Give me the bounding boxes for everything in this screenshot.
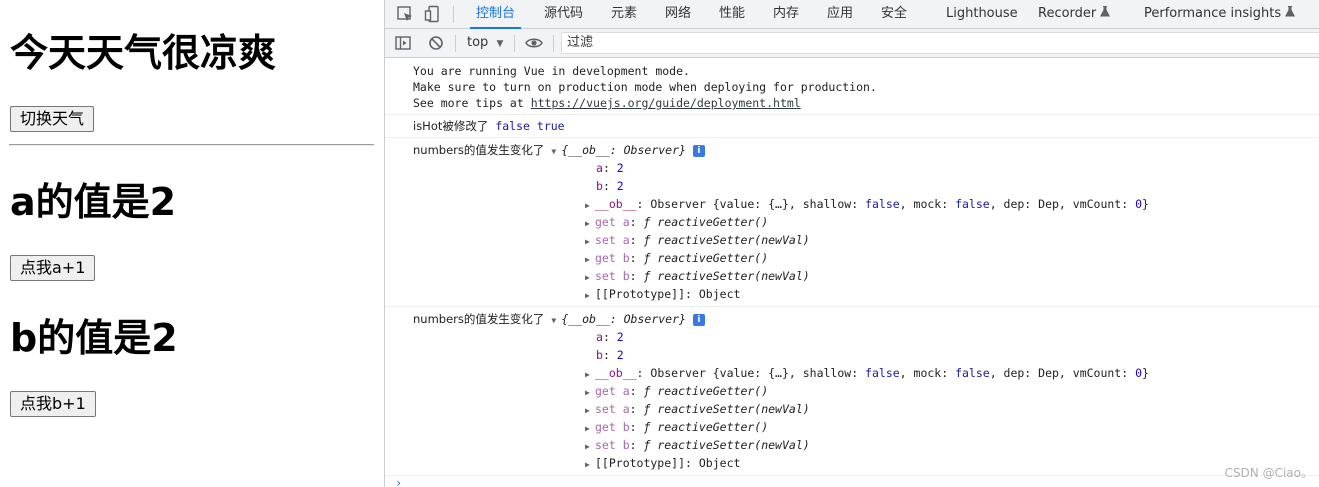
context-selector[interactable]: top ▼ [467,33,503,53]
object-property[interactable]: ▶ set a: ƒ reactiveSetter(newVal) [585,231,810,249]
object-property[interactable]: ▶ get b: ƒ reactiveGetter() [585,418,768,436]
console-prompt-icon[interactable]: › [395,476,402,487]
object-property[interactable]: ▶ get a: ƒ reactiveGetter() [585,213,768,231]
increment-b-button[interactable]: 点我b+1 [10,391,96,417]
clear-console-icon[interactable] [427,34,445,52]
increment-a-button[interactable]: 点我a+1 [10,255,96,281]
tab-network[interactable]: 网络 [659,0,697,28]
deployment-link[interactable]: https://vuejs.org/guide/deployment.html [531,96,801,110]
tab-recorder-label: Recorder [1038,6,1097,21]
tab-recorder[interactable]: Recorder [1032,0,1116,28]
tab-performance-insights-label: Performance insights [1144,6,1282,21]
object-property: b: 2 [596,179,624,193]
object-property: b: 2 [596,348,624,362]
console-message: numbers的值发生变化了 ▼ {__ob__: Observer} i a: … [385,138,1319,307]
tab-sources[interactable]: 源代码 [538,0,589,28]
flask-icon [1100,6,1111,21]
object-property[interactable]: ▶ get b: ƒ reactiveGetter() [585,249,768,267]
console-output: You are running Vue in development mode.… [385,60,1319,487]
inspect-element-icon[interactable] [396,5,414,23]
eye-icon[interactable] [525,34,543,52]
switch-weather-button[interactable]: 切换天气 [10,106,95,132]
console-toolbar: top ▼ 过滤 [385,29,1319,58]
tab-memory[interactable]: 内存 [767,0,805,28]
console-message: You are running Vue in development mode.… [385,60,1319,115]
console-message: isHot被修改了 false true [385,115,1319,138]
console-message: numbers的值发生变化了 ▼ {__ob__: Observer} i a: … [385,307,1319,476]
dropdown-arrow-icon: ▼ [496,39,504,49]
object-property[interactable]: ▶ __ob__: Observer {value: {…}, shallow: … [585,364,1149,382]
toolbar-separator [553,35,554,52]
info-icon[interactable]: i [692,314,705,326]
tab-application[interactable]: 应用 [821,0,859,28]
console-text: numbers的值发生变化了 ▼ {__ob__: Observer} i [413,310,705,328]
devtools-tabbar: 控制台 源代码 元素 网络 性能 内存 应用 安全 Lighthouse Rec… [385,0,1319,29]
divider [9,144,374,146]
tab-security[interactable]: 安全 [875,0,913,28]
object-property[interactable]: ▶ __ob__: Observer {value: {…}, shallow: … [585,195,1149,213]
object-property[interactable]: ▶ set b: ƒ reactiveSetter(newVal) [585,436,810,454]
expand-triangle-icon[interactable]: ▼ [551,312,561,330]
toolbar-separator [455,35,456,52]
weather-heading: 今天天气很凉爽 [10,31,277,75]
devtools-panel: 控制台 源代码 元素 网络 性能 内存 应用 安全 Lighthouse Rec… [384,0,1319,487]
object-property[interactable]: ▶ set b: ƒ reactiveSetter(newVal) [585,267,810,285]
context-label: top [467,35,489,50]
object-property[interactable]: ▶ [[Prototype]]: Object [585,454,740,472]
device-toolbar-icon[interactable] [424,5,442,23]
expand-triangle-icon[interactable]: ▼ [551,143,561,161]
flask-icon [1285,6,1296,21]
console-text: See more tips at https://vuejs.org/guide… [413,96,801,110]
tab-elements[interactable]: 元素 [605,0,643,28]
console-text: isHot被修改了 false true [413,119,565,133]
tab-lighthouse[interactable]: Lighthouse [940,0,1024,28]
filter-input[interactable]: 过滤 [561,32,1319,54]
info-icon[interactable]: i [692,145,705,157]
tab-console[interactable]: 控制台 [470,0,522,29]
a-value-heading: a的值是2 [10,180,177,224]
object-property: a: 2 [596,161,624,175]
show-sidebar-icon[interactable] [394,34,412,52]
object-property[interactable]: ▶ set a: ƒ reactiveSetter(newVal) [585,400,810,418]
watermark: CSDN @Ciao。 [1224,466,1313,480]
tabbar-separator [453,6,454,23]
b-value-heading: b的值是2 [10,316,178,360]
tab-performance-insights[interactable]: Performance insights [1138,0,1301,28]
app-page: 今天天气很凉爽 切换天气 a的值是2 点我a+1 b的值是2 点我b+1 [0,0,384,487]
console-text: numbers的值发生变化了 ▼ {__ob__: Observer} i [413,141,705,159]
object-property: a: 2 [596,330,624,344]
object-property[interactable]: ▶ [[Prototype]]: Object [585,285,740,303]
toolbar-separator [514,35,515,52]
tab-performance[interactable]: 性能 [713,0,751,28]
object-property[interactable]: ▶ get a: ƒ reactiveGetter() [585,382,768,400]
